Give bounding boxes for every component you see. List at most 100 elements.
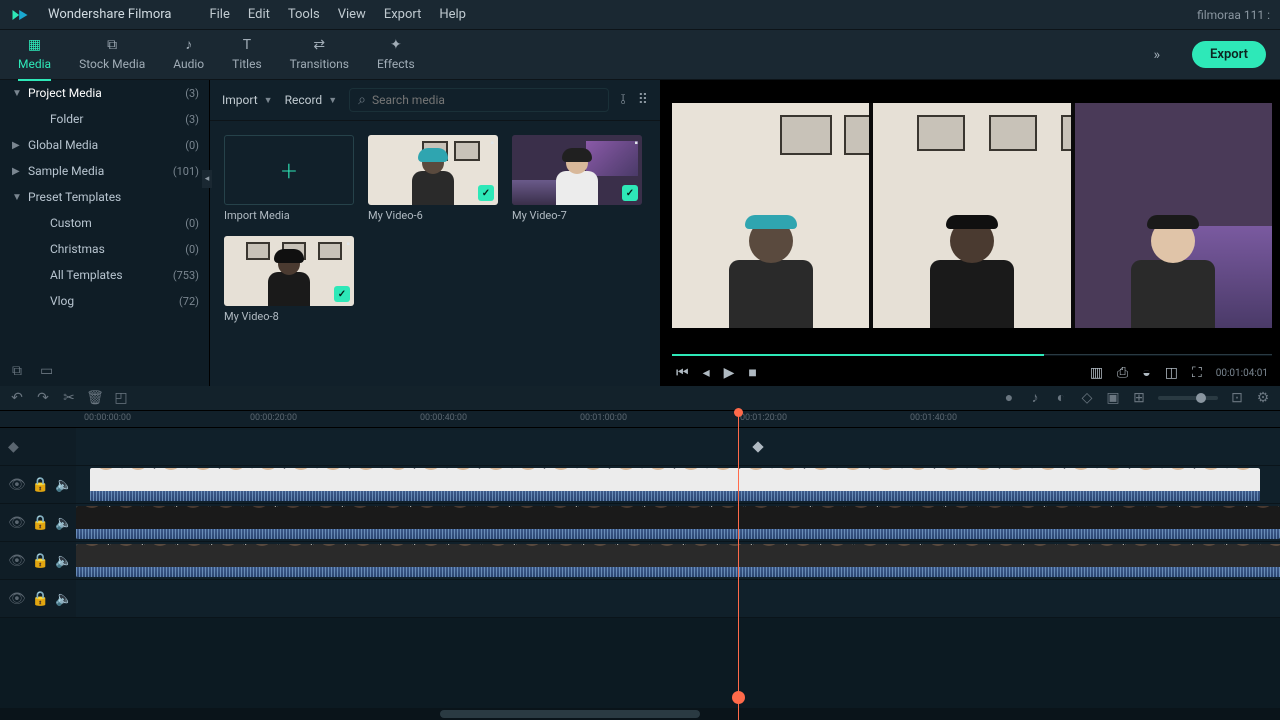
redo-icon[interactable]: ↷	[36, 391, 50, 405]
preview-scrubber[interactable]	[672, 350, 1272, 360]
used-check-icon: ✓	[334, 286, 350, 302]
import-media-card[interactable]: +Import Media	[224, 135, 354, 222]
tree-all-templates[interactable]: All Templates(753)	[0, 262, 209, 288]
quality-icon[interactable]: ▥	[1090, 366, 1103, 380]
new-folder-icon[interactable]: ⧉	[12, 364, 22, 378]
keyframe-icon[interactable]	[752, 441, 763, 452]
timeline-clip[interactable]	[76, 506, 1280, 539]
filter-icon[interactable]: ⫱	[621, 93, 626, 107]
tree-sample-media[interactable]: ▶Sample Media(101)	[0, 158, 209, 184]
track-head[interactable]: 👁 🔒 🔈	[0, 504, 76, 541]
track-head-icon[interactable]: 🔈	[55, 478, 72, 492]
track-head-icon[interactable]: 🔒	[32, 516, 49, 530]
tab-media[interactable]: ▦Media	[18, 35, 51, 75]
tab-transitions[interactable]: ⇄Transitions	[290, 35, 349, 75]
folder-icon[interactable]: ▭	[40, 364, 53, 378]
marker-icon[interactable]: ◒	[1142, 366, 1150, 380]
preview-viewport[interactable]	[664, 80, 1280, 350]
tree-custom[interactable]: Custom(0)	[0, 210, 209, 236]
step-back-button[interactable]: ◂	[703, 366, 710, 380]
track-head-icon[interactable]: 🔒	[32, 592, 49, 606]
timeline-zoom-slider[interactable]	[1158, 396, 1218, 400]
marker2-icon[interactable]: ◇	[1080, 391, 1094, 405]
track-lane[interactable]	[76, 580, 1280, 617]
track-head-icon[interactable]: 👁	[8, 478, 26, 492]
track-head-icon[interactable]: 👁	[8, 592, 26, 606]
track-lane[interactable]	[76, 466, 1280, 503]
delete-icon[interactable]: 🗑	[88, 391, 102, 405]
settings-icon[interactable]: ⚙	[1256, 391, 1270, 405]
search-media[interactable]: ⌕	[349, 88, 608, 112]
tree-label: Vlog	[50, 294, 74, 308]
menu-help[interactable]: Help	[439, 7, 466, 22]
track-head[interactable]: 👁 🔒 🔈	[0, 542, 76, 579]
tab-audio[interactable]: ♪Audio	[173, 35, 204, 75]
record-vo-icon[interactable]: ●	[1002, 391, 1016, 405]
track-lane[interactable]	[76, 428, 1280, 465]
used-check-icon: ✓	[478, 185, 494, 201]
tree-global-media[interactable]: ▶Global Media(0)	[0, 132, 209, 158]
tab-label: Titles	[232, 57, 261, 71]
menu-view[interactable]: View	[338, 7, 366, 22]
track-lane[interactable]	[76, 504, 1280, 541]
mix-icon[interactable]: ♪	[1028, 391, 1042, 405]
fullscreen-icon[interactable]: ⛶	[1192, 366, 1202, 380]
playhead[interactable]	[738, 410, 739, 720]
safe-zone-icon[interactable]: ◫	[1165, 366, 1178, 380]
grid-view-icon[interactable]: ⠿	[638, 93, 648, 107]
collapse-sidebar-icon[interactable]: ◂	[202, 170, 212, 188]
prev-frame-button[interactable]: ⏮	[676, 366, 689, 380]
clip-audio-icon	[90, 491, 1260, 501]
menu-file[interactable]: File	[209, 7, 229, 22]
fit-timeline-icon[interactable]: ⊡	[1230, 391, 1244, 405]
menu-export[interactable]: Export	[384, 7, 422, 22]
record-dropdown[interactable]: Record▼	[285, 93, 338, 107]
track-head-icon[interactable]: 👁	[8, 516, 26, 530]
timeline: 00:00:00:0000:00:20:0000:00:40:0000:01:0…	[0, 410, 1280, 720]
track-head-icon[interactable]: 🔈	[55, 592, 72, 606]
track-head-icon[interactable]: 🔒	[32, 478, 49, 492]
clip-v7[interactable]: ▪✓My Video-7	[512, 135, 642, 222]
snapshot-icon[interactable]: ⎙	[1117, 366, 1128, 380]
adjust-icon[interactable]: ◐	[1054, 391, 1068, 405]
timeline-ruler[interactable]: 00:00:00:0000:00:20:0000:00:40:0000:01:0…	[0, 410, 1280, 428]
group-icon[interactable]: ⊞	[1132, 391, 1146, 405]
track-head[interactable]: 👁 🔒 🔈	[0, 580, 76, 617]
menu-edit[interactable]: Edit	[248, 7, 270, 22]
undo-icon[interactable]: ↶	[10, 391, 24, 405]
timeline-clip[interactable]	[76, 544, 1280, 577]
search-input[interactable]	[372, 93, 600, 107]
titles-icon: T	[237, 35, 257, 55]
play-button[interactable]: ▶	[724, 366, 735, 380]
tree-preset-templates[interactable]: ▼Preset Templates	[0, 184, 209, 210]
stop-button[interactable]: ■	[748, 366, 756, 380]
export-button[interactable]: Export	[1192, 41, 1266, 68]
track-lane[interactable]	[76, 542, 1280, 579]
track-head[interactable]: 👁 🔒 🔈	[0, 466, 76, 503]
cut-icon[interactable]: ✂	[62, 391, 76, 405]
tree-folder[interactable]: Folder(3)	[0, 106, 209, 132]
track-head-icon[interactable]: ◆	[8, 440, 19, 454]
import-dropdown[interactable]: Import▼	[222, 93, 273, 107]
menu-tools[interactable]: Tools	[288, 7, 320, 22]
timeline-scrollbar[interactable]	[0, 708, 1280, 720]
track-head-icon[interactable]: 🔈	[55, 516, 72, 530]
tree-label: Global Media	[28, 138, 98, 152]
clip-v6[interactable]: ▪✓My Video-6	[368, 135, 498, 222]
tab-effects[interactable]: ✦Effects	[377, 35, 415, 75]
render-icon[interactable]: ▣	[1106, 391, 1120, 405]
more-modules-icon[interactable]: »	[1149, 44, 1164, 66]
tab-stock-media[interactable]: ⧉Stock Media	[79, 35, 145, 75]
crop-icon[interactable]: ◰	[114, 391, 128, 405]
track-head-icon[interactable]: 🔒	[32, 554, 49, 568]
tree-vlog[interactable]: Vlog(72)	[0, 288, 209, 314]
clip-audio-icon	[76, 567, 1280, 577]
track-head[interactable]: ◆	[0, 428, 76, 465]
tree-christmas[interactable]: Christmas(0)	[0, 236, 209, 262]
timeline-clip[interactable]	[90, 468, 1260, 501]
clip-v8[interactable]: ▪✓My Video-8	[224, 236, 354, 323]
track-head-icon[interactable]: 👁	[8, 554, 26, 568]
tab-titles[interactable]: T Titles	[232, 35, 261, 75]
tree-project-media[interactable]: ▼Project Media(3)	[0, 80, 209, 106]
track-head-icon[interactable]: 🔈	[55, 554, 72, 568]
